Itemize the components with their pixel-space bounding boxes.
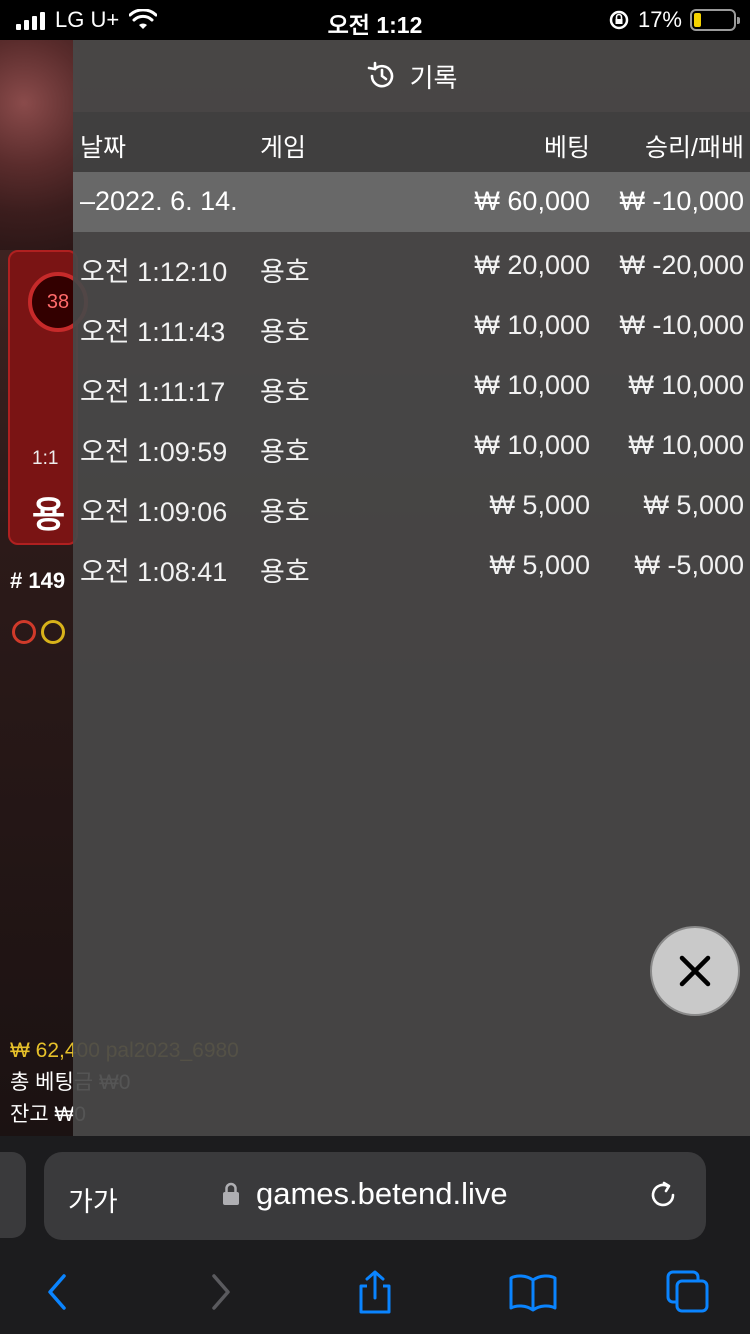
table-row: 오전 1:09:59 용호 ₩ 10,000 ₩ 10,000	[73, 418, 750, 478]
group-bet-total: ₩ 60,000	[474, 186, 590, 216]
row-bet: ₩ 10,000	[474, 370, 590, 400]
reload-icon[interactable]	[646, 1178, 680, 1212]
panel-title: 기록	[409, 62, 458, 93]
forward-icon[interactable]	[198, 1270, 242, 1314]
roadmap-circle	[12, 620, 36, 644]
dragon-bet-card[interactable]: 38 1:1 용	[8, 250, 88, 545]
row-bet: ₩ 20,000	[474, 250, 590, 280]
row-result: ₩ -5,000	[634, 550, 744, 580]
row-game: 용호	[260, 497, 310, 527]
row-time: 오전 1:09:59	[80, 437, 228, 467]
browser-toolbar	[0, 1264, 750, 1334]
table-row: 오전 1:09:06 용호 ₩ 5,000 ₩ 5,000	[73, 478, 750, 538]
row-result: ₩ 10,000	[628, 370, 744, 400]
row-time: 오전 1:11:17	[80, 377, 226, 407]
row-time: 오전 1:12:10	[80, 257, 228, 287]
table-header: 날짜 게임 베팅 승리/패배	[73, 112, 750, 172]
row-game: 용호	[260, 257, 310, 287]
battery-percent: 17%	[637, 7, 682, 32]
text-size-button[interactable]: 가가	[68, 1180, 118, 1219]
row-time: 오전 1:09:06	[80, 497, 228, 527]
round-number: # 149	[10, 568, 66, 593]
column-date: 날짜	[80, 134, 127, 162]
row-time: 오전 1:08:41	[80, 557, 228, 587]
bookmarks-icon[interactable]	[508, 1270, 558, 1314]
status-bar: LG U+ 오전 1:12 17%	[0, 0, 750, 40]
table-row: 오전 1:11:17 용호 ₩ 10,000 ₩ 10,000	[73, 358, 750, 418]
bet-name: 용	[32, 494, 66, 535]
row-result: ₩ -10,000	[619, 310, 744, 340]
row-result: ₩ -20,000	[619, 250, 744, 280]
row-result: ₩ 5,000	[643, 490, 744, 520]
close-button[interactable]	[650, 926, 740, 1016]
group-date: –2022. 6. 14.	[80, 186, 238, 216]
orientation-lock-icon	[609, 10, 629, 30]
row-game: 용호	[260, 317, 310, 347]
address-bar[interactable]: 가가 games.betend.live	[44, 1152, 706, 1240]
row-bet: ₩ 10,000	[474, 310, 590, 340]
tabs-icon[interactable]	[666, 1270, 710, 1314]
close-icon	[679, 955, 711, 987]
url-text: games.betend.live	[256, 1176, 508, 1211]
date-group-row[interactable]: –2022. 6. 14. ₩ 60,000 ₩ -10,000	[73, 172, 750, 232]
roadmap	[12, 620, 65, 644]
row-time: 오전 1:11:43	[80, 317, 226, 347]
row-bet: ₩ 10,000	[474, 430, 590, 460]
browser-chrome: 가가 games.betend.live	[0, 1136, 750, 1334]
row-game: 용호	[260, 377, 310, 407]
column-bet: 베팅	[543, 134, 590, 162]
column-result: 승리/패배	[645, 134, 744, 162]
battery-icon	[690, 9, 740, 31]
history-icon	[367, 61, 393, 88]
row-result: ₩ 10,000	[628, 430, 744, 460]
roadmap-circle	[41, 620, 65, 644]
table-row: 오전 1:12:10 용호 ₩ 20,000 ₩ -20,000	[73, 238, 750, 298]
back-icon[interactable]	[36, 1270, 80, 1314]
row-game: 용호	[260, 557, 310, 587]
row-bet: ₩ 5,000	[489, 550, 590, 580]
status-right: 17%	[608, 7, 740, 33]
history-rows: 오전 1:12:10 용호 ₩ 20,000 ₩ -20,000 오전 1:11…	[73, 238, 750, 598]
payout-ratio: 1:1	[32, 448, 59, 469]
table-row: 오전 1:11:43 용호 ₩ 10,000 ₩ -10,000	[73, 298, 750, 358]
share-icon[interactable]	[353, 1270, 397, 1314]
group-result-total: ₩ -10,000	[619, 186, 744, 216]
row-bet: ₩ 5,000	[489, 490, 590, 520]
panel-header: 기록	[73, 40, 750, 112]
column-game: 게임	[260, 134, 307, 162]
previous-tab-stub[interactable]	[0, 1152, 26, 1238]
row-game: 용호	[260, 437, 310, 467]
background-flower-image	[0, 40, 80, 250]
history-panel: 기록 날짜 게임 베팅 승리/패배 –2022. 6. 14. ₩ 60,000…	[73, 40, 750, 1136]
lock-icon	[223, 1182, 239, 1205]
table-row: 오전 1:08:41 용호 ₩ 5,000 ₩ -5,000	[73, 538, 750, 598]
